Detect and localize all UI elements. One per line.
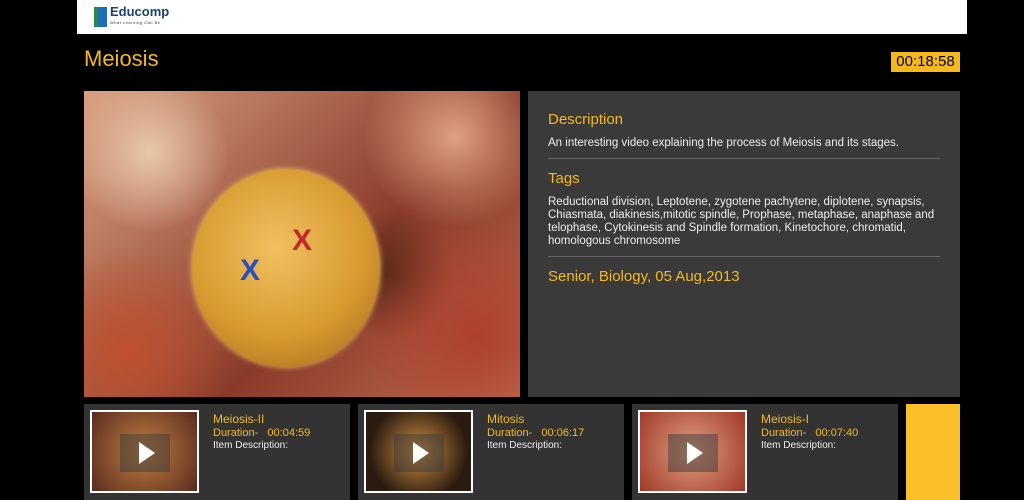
divider	[548, 158, 940, 159]
tags-heading: Tags	[548, 170, 580, 187]
related-video-card[interactable]: Meiosis-I Duration- 00:07:40 Item Descri…	[632, 404, 898, 500]
divider	[548, 256, 940, 257]
related-video-card[interactable]: Meiosis-II Duration- 00:04:59 Item Descr…	[84, 404, 350, 500]
video-title: Meiosis	[84, 46, 159, 71]
card-description-label: Item Description:	[761, 440, 837, 451]
details-panel: Description An interesting video explain…	[528, 91, 960, 397]
video-player[interactable]: X X	[84, 91, 520, 397]
duration-label: Duration-	[487, 427, 533, 439]
play-icon[interactable]	[120, 434, 170, 472]
logo-icon	[94, 7, 107, 27]
related-video-card[interactable]: Mitosis Duration- 00:06:17 Item Descript…	[358, 404, 624, 500]
tags-text: Reductional division, Leptotene, zygoten…	[548, 196, 935, 247]
cell-illustration: X X	[192, 169, 380, 367]
educomp-logo[interactable]: Educomp What Learning Can Be	[94, 5, 169, 28]
play-icon[interactable]	[668, 434, 718, 472]
card-description-label: Item Description:	[487, 440, 563, 451]
chromosome-icon: X	[292, 224, 313, 257]
header: Educomp What Learning Can Be	[77, 0, 967, 34]
play-icon[interactable]	[394, 434, 444, 472]
card-description-label: Item Description:	[213, 440, 289, 451]
duration-value: 00:07:40	[815, 427, 859, 439]
video-thumbnail[interactable]	[364, 410, 473, 493]
video-meta: Senior, Biology, 05 Aug,2013	[548, 268, 740, 285]
video-thumbnail[interactable]	[90, 410, 199, 493]
duration-label: Duration-	[761, 427, 807, 439]
more-videos-tile[interactable]	[906, 404, 960, 500]
duration-value: 00:06:17	[541, 427, 585, 439]
card-title: Mitosis	[487, 412, 525, 426]
card-duration: Duration- 00:04:59	[213, 427, 310, 439]
duration-label: Duration-	[213, 427, 259, 439]
logo-tagline: What Learning Can Be	[110, 20, 161, 25]
video-thumbnail[interactable]	[638, 410, 747, 493]
description-heading: Description	[548, 111, 624, 128]
video-duration-badge: 00:18:58	[891, 52, 960, 72]
card-title: Meiosis-II	[213, 412, 265, 426]
duration-value: 00:04:59	[267, 427, 311, 439]
card-title: Meiosis-I	[761, 412, 810, 426]
chromosome-icon: X	[240, 254, 261, 287]
card-duration: Duration- 00:07:40	[761, 427, 858, 439]
description-text: An interesting video explaining the proc…	[548, 137, 899, 149]
card-duration: Duration- 00:06:17	[487, 427, 584, 439]
